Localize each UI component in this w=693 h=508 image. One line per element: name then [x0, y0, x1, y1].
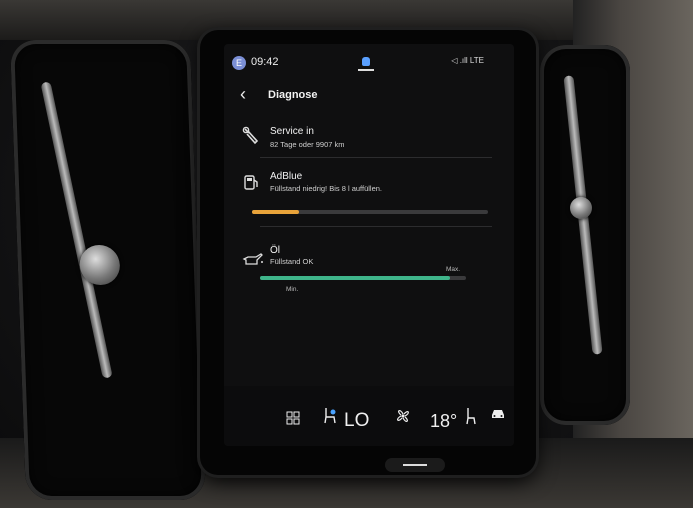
adblue-level-fill	[252, 210, 300, 214]
oil-detail: Füllstand OK	[270, 257, 314, 266]
vent-knob[interactable]	[79, 245, 121, 285]
signal-icon: ◁ .ıll	[451, 56, 468, 65]
vent-slat[interactable]	[40, 81, 113, 379]
adblue-detail: Füllstand niedrig! Bis 8 l auffüllen.	[270, 184, 383, 193]
vent-knob[interactable]	[570, 197, 592, 219]
network-label: LTE	[469, 56, 484, 65]
car-icon[interactable]	[490, 406, 506, 424]
fuel-pump-icon	[242, 172, 262, 197]
left-air-vent[interactable]	[9, 40, 207, 500]
infotainment-screen: E 09:42 ◁ .ıll LTE ‹ Diagnose Service in…	[224, 44, 514, 446]
oil-level-bar	[260, 276, 466, 280]
divider	[260, 157, 492, 158]
page-title: Diagnose	[268, 89, 318, 101]
grid-icon[interactable]	[286, 411, 300, 430]
oil-can-icon	[242, 252, 264, 273]
oil-min-label: Min.	[286, 286, 299, 293]
service-title: Service in	[270, 126, 314, 137]
temperature-left[interactable]: LO	[344, 410, 369, 432]
service-detail: 82 Tage oder 9907 km	[270, 140, 345, 149]
oil-item[interactable]: Öl Füllstand OK Max. Min.	[224, 238, 514, 308]
status-bar: E 09:42 ◁ .ıll LTE	[224, 44, 514, 74]
seat-heat-icon[interactable]	[322, 407, 338, 430]
oil-level-fill	[260, 276, 450, 280]
home-button[interactable]	[385, 458, 445, 472]
page-header: ‹ Diagnose	[224, 80, 514, 106]
back-button[interactable]: ‹	[240, 84, 246, 105]
oil-title: Öl	[270, 245, 280, 256]
connectivity-status: ◁ .ıll LTE	[451, 56, 484, 65]
app-indicator-icon[interactable]	[358, 55, 374, 71]
wrench-icon	[242, 126, 262, 151]
temperature-right[interactable]: 18°	[430, 411, 457, 432]
right-air-vent[interactable]	[540, 45, 630, 425]
adblue-title: AdBlue	[270, 171, 303, 182]
profile-avatar[interactable]: E	[232, 56, 246, 70]
service-item[interactable]: Service in 82 Tage oder 9907 km	[224, 122, 514, 162]
oil-max-label: Max.	[446, 266, 461, 273]
adblue-level-bar	[252, 210, 488, 214]
seat-icon[interactable]	[464, 407, 476, 430]
clock: 09:42	[251, 56, 279, 68]
fan-icon[interactable]	[394, 407, 412, 430]
divider	[260, 226, 492, 227]
climate-bar: LO 18°	[224, 386, 514, 446]
adblue-item[interactable]: AdBlue Füllstand niedrig! Bis 8 l auffül…	[224, 166, 514, 222]
